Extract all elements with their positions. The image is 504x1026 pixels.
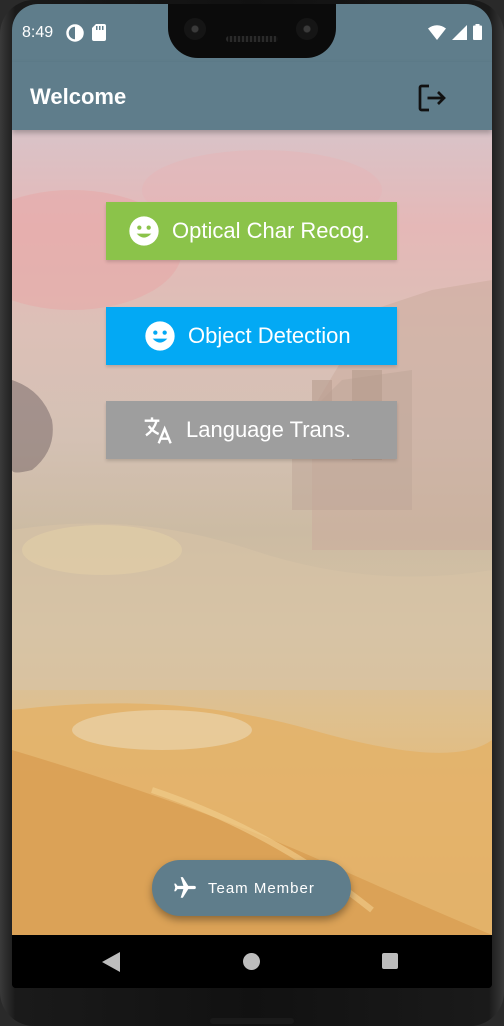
airplane-icon <box>174 877 196 898</box>
home-icon[interactable] <box>243 953 260 970</box>
team-member-fab-label: Team Member <box>208 879 315 897</box>
front-camera-icon <box>184 18 206 40</box>
status-bar: 8:49 <box>12 4 492 62</box>
phone-frame: 8:49 Welcome Optical Char Recog. Object … <box>0 0 504 1026</box>
sd-card-icon <box>92 24 106 47</box>
wifi-icon <box>428 24 446 45</box>
camera-notch <box>168 4 336 58</box>
object-detection-button-label: Object Detection <box>188 323 351 348</box>
logout-icon <box>418 84 446 112</box>
signal-icon <box>452 24 467 45</box>
translate-icon <box>144 417 172 444</box>
system-nav-bar <box>12 935 492 988</box>
team-member-fab[interactable]: Team Member <box>152 860 351 916</box>
main-content: Optical Char Recog. Object Detection Lan… <box>12 130 492 935</box>
object-detection-button[interactable]: Object Detection <box>106 307 397 365</box>
back-icon[interactable] <box>102 952 120 972</box>
phone-screen: 8:49 Welcome Optical Char Recog. Object … <box>12 4 492 988</box>
data-saver-icon <box>66 24 84 47</box>
logout-button[interactable] <box>414 80 450 116</box>
smiley-face-icon <box>145 321 175 351</box>
front-sensor-icon <box>296 18 318 40</box>
ocr-button-label: Optical Char Recog. <box>172 218 371 243</box>
status-time: 8:49 <box>22 24 54 41</box>
page-title: Welcome <box>30 84 127 109</box>
smiley-face-icon <box>129 216 159 246</box>
language-translation-button[interactable]: Language Trans. <box>106 401 397 459</box>
language-translation-button-label: Language Trans. <box>186 417 352 442</box>
app-bar: Welcome <box>12 62 492 130</box>
ocr-button[interactable]: Optical Char Recog. <box>106 202 397 260</box>
battery-icon <box>473 24 482 45</box>
device-chin <box>210 1018 294 1024</box>
earpiece-speaker <box>226 36 278 42</box>
recents-icon[interactable] <box>382 953 398 969</box>
